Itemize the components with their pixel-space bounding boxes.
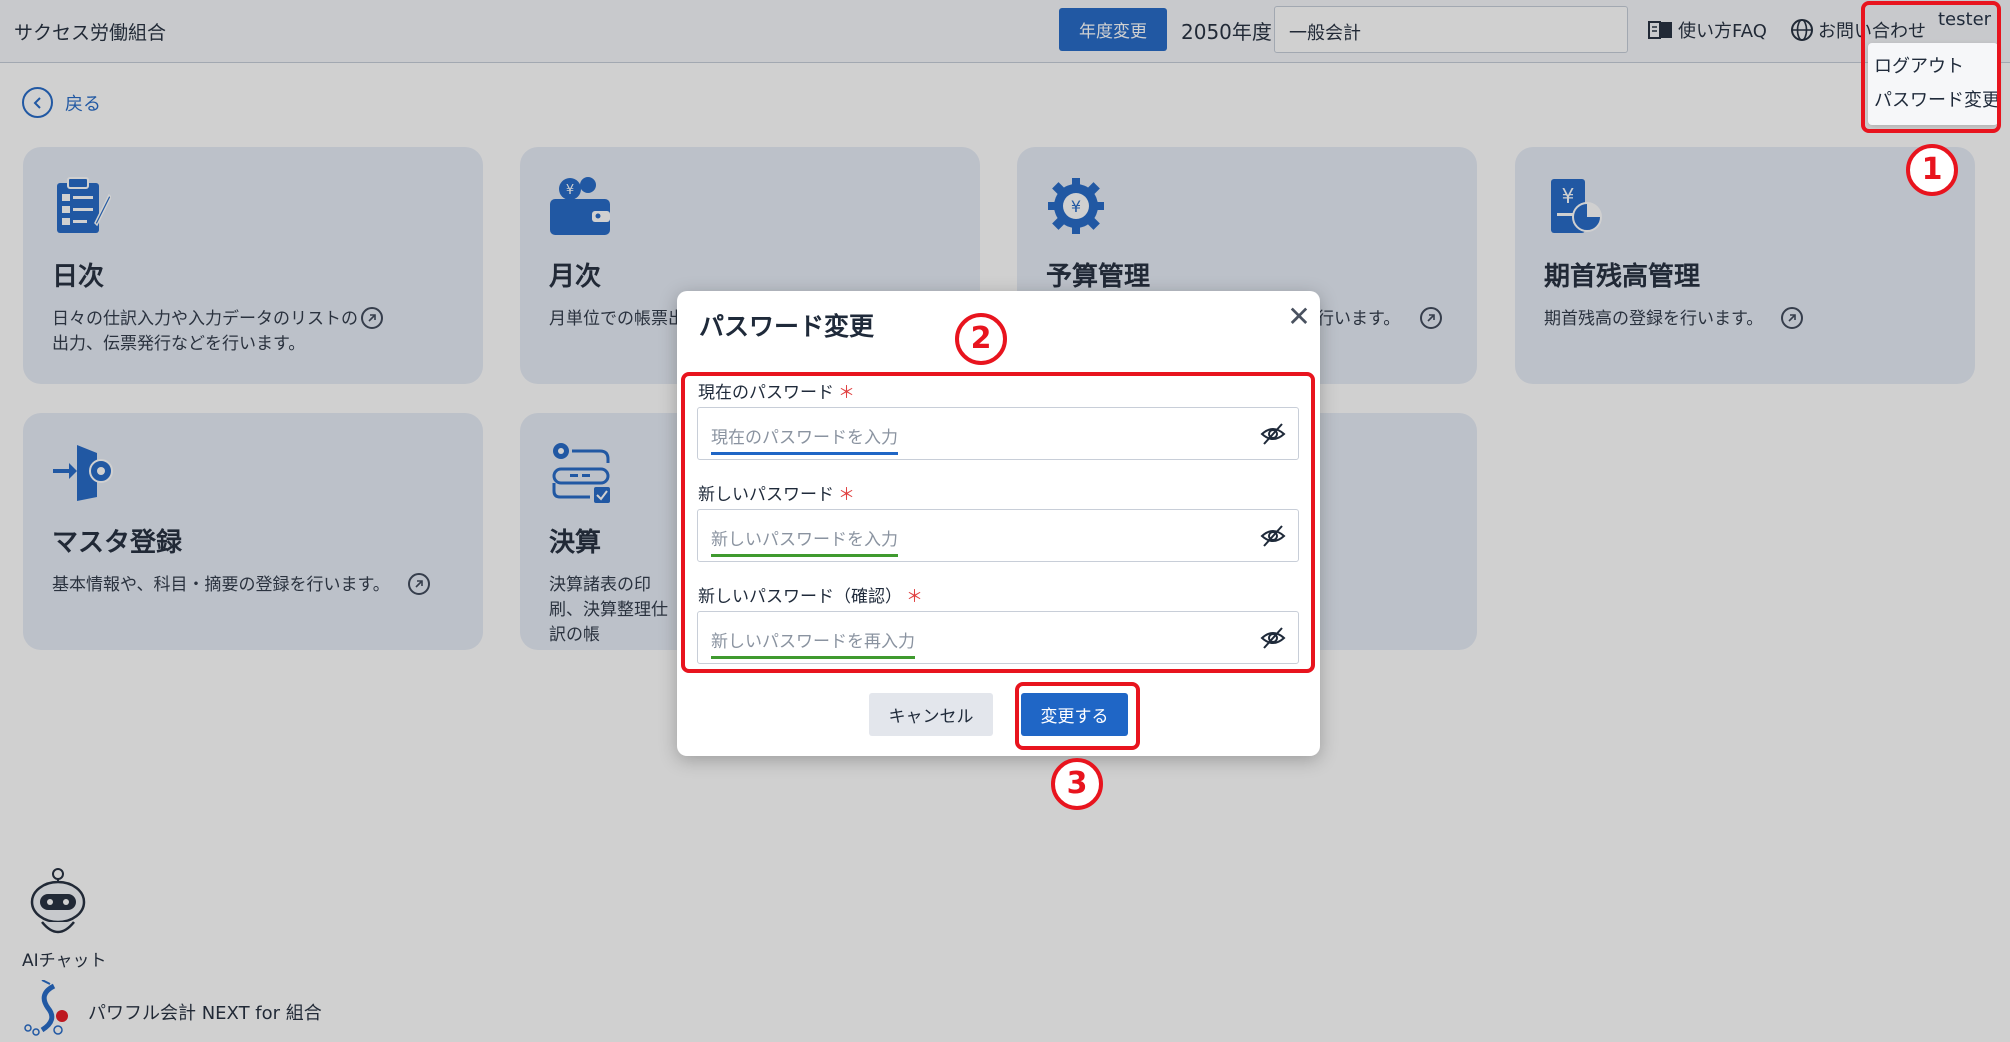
annotation-box-form-fields <box>681 372 1315 673</box>
annotation-box-user-menu <box>1861 1 2001 133</box>
dialog-title: パスワード変更 <box>699 312 875 341</box>
annotation-box-submit <box>1015 682 1140 750</box>
annotation-number: 3 <box>1051 758 1103 810</box>
cancel-button[interactable]: キャンセル <box>869 693 993 736</box>
annotation-number: 2 <box>955 313 1007 365</box>
annotation-number: 1 <box>1906 144 1958 196</box>
close-icon[interactable]: ✕ <box>1285 303 1313 331</box>
